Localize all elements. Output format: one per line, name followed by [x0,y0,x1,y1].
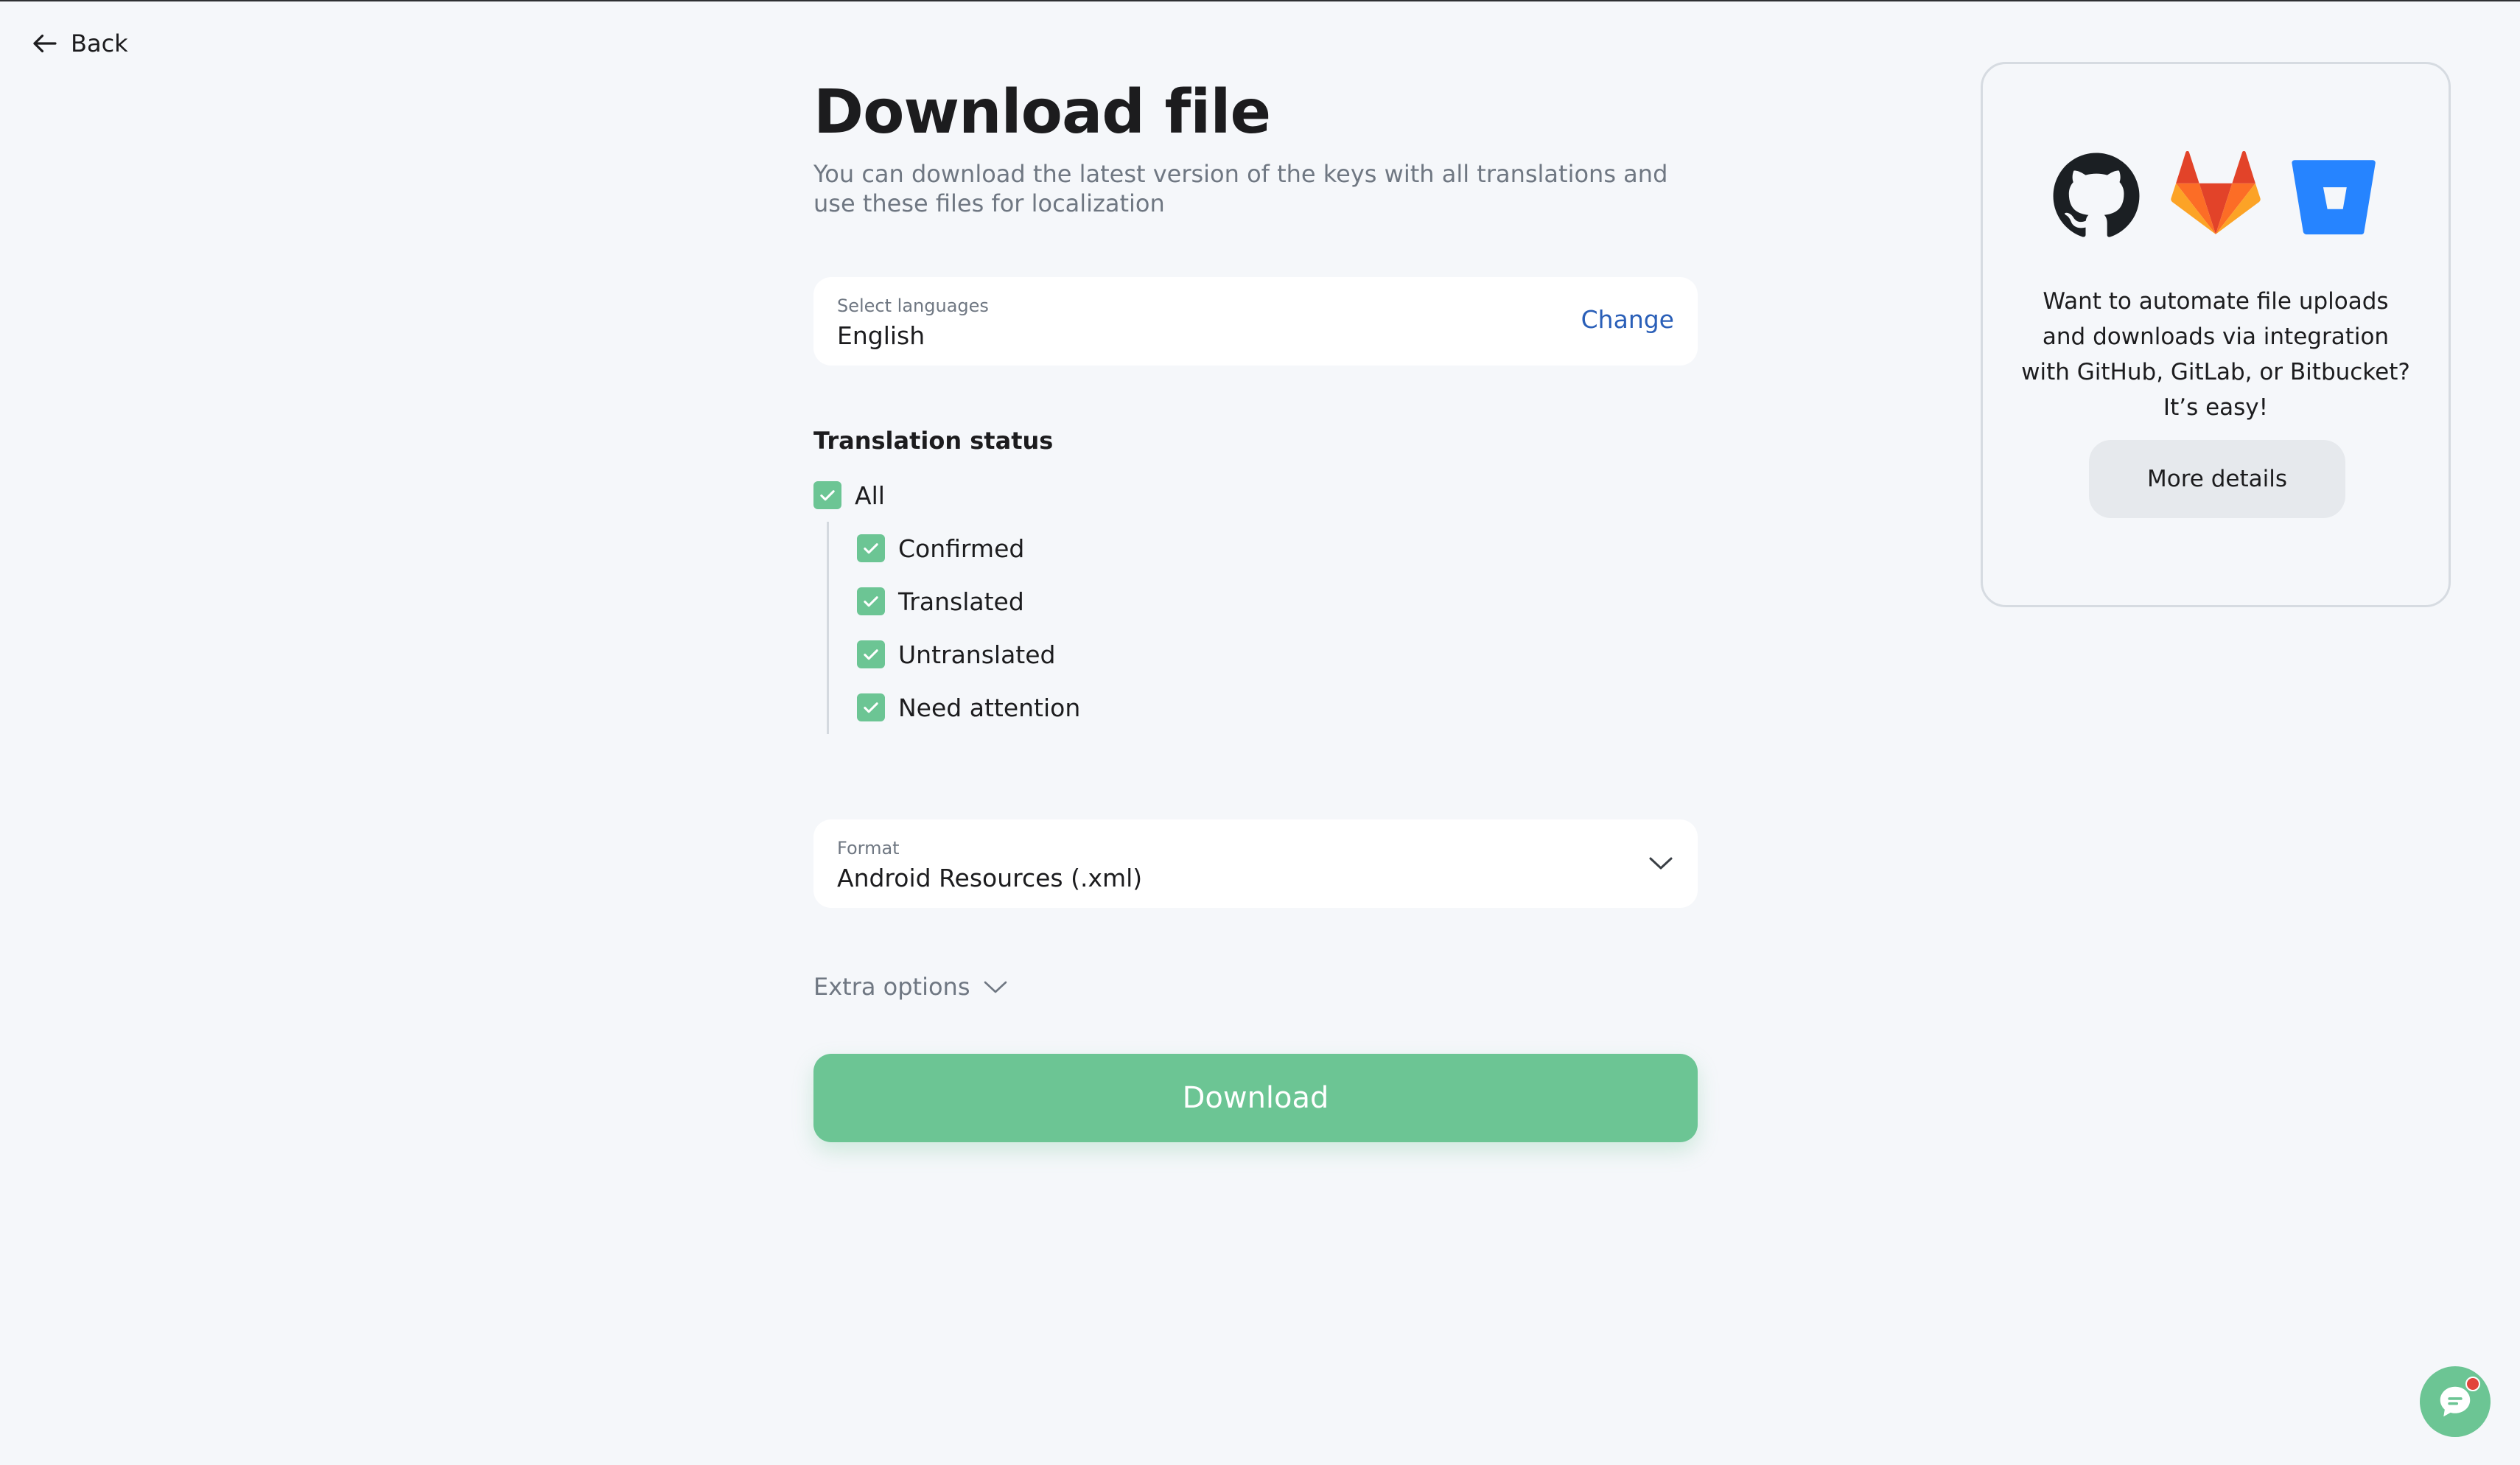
extra-options-label: Extra options [813,973,970,1001]
arrow-left-icon [33,34,57,53]
check-icon [864,649,878,660]
language-select-field[interactable]: Select languages English Change [813,277,1698,366]
translation-status-heading: Translation status [813,427,1054,455]
checkbox-need-attention[interactable] [857,693,885,721]
status-option-label: Need attention [898,693,1081,722]
status-option-untranslated[interactable]: Untranslated [857,628,1698,681]
status-option-need-attention[interactable]: Need attention [857,681,1698,734]
check-icon [864,702,878,713]
language-field-value: English [837,321,925,350]
checkbox-untranslated[interactable] [857,640,885,668]
more-details-button[interactable]: More details [2089,440,2345,518]
back-link[interactable]: Back [29,28,128,59]
status-option-label: All [855,480,885,510]
format-field-label: Format [837,838,900,859]
chat-widget-button[interactable] [2420,1366,2491,1437]
notification-dot [2465,1377,2480,1391]
checkbox-confirmed[interactable] [857,534,885,562]
check-icon [864,543,878,554]
integration-text: Want to automate file uploads and downlo… [2021,288,2410,421]
language-field-label: Select languages [837,296,989,316]
change-languages-link[interactable]: Change [1581,305,1674,334]
checkbox-translated[interactable] [857,587,885,615]
chevron-down-icon [984,981,1007,993]
extra-options-toggle[interactable]: Extra options [813,973,1009,1001]
back-label: Back [71,29,128,57]
bitbucket-icon [2292,160,2376,235]
check-icon [820,490,835,501]
check-icon [864,596,878,607]
status-option-confirmed[interactable]: Confirmed [857,522,1698,575]
status-option-translated[interactable]: Translated [857,575,1698,628]
gitlab-icon [2171,151,2261,234]
integration-logos [1983,151,2449,241]
status-option-label: Translated [898,587,1024,616]
download-button[interactable]: Download [813,1054,1698,1142]
format-field-value: Android Resources (.xml) [837,864,1143,892]
status-options-group: Confirmed Translated Untranslated Need a… [827,522,1698,734]
page-subtitle: You can download the latest version of t… [813,160,1668,217]
integration-card: Want to automate file uploads and downlo… [1981,62,2451,607]
download-form: Download file You can download the lates… [813,72,1698,1142]
page-title: Download file [813,77,1271,147]
status-option-label: Confirmed [898,534,1025,563]
chevron-down-icon [1649,857,1673,870]
status-option-label: Untranslated [898,640,1056,669]
github-icon [2053,153,2140,237]
status-option-all[interactable]: All [813,469,1698,522]
checkbox-all[interactable] [813,481,841,509]
format-select[interactable]: Format Android Resources (.xml) [813,819,1698,908]
